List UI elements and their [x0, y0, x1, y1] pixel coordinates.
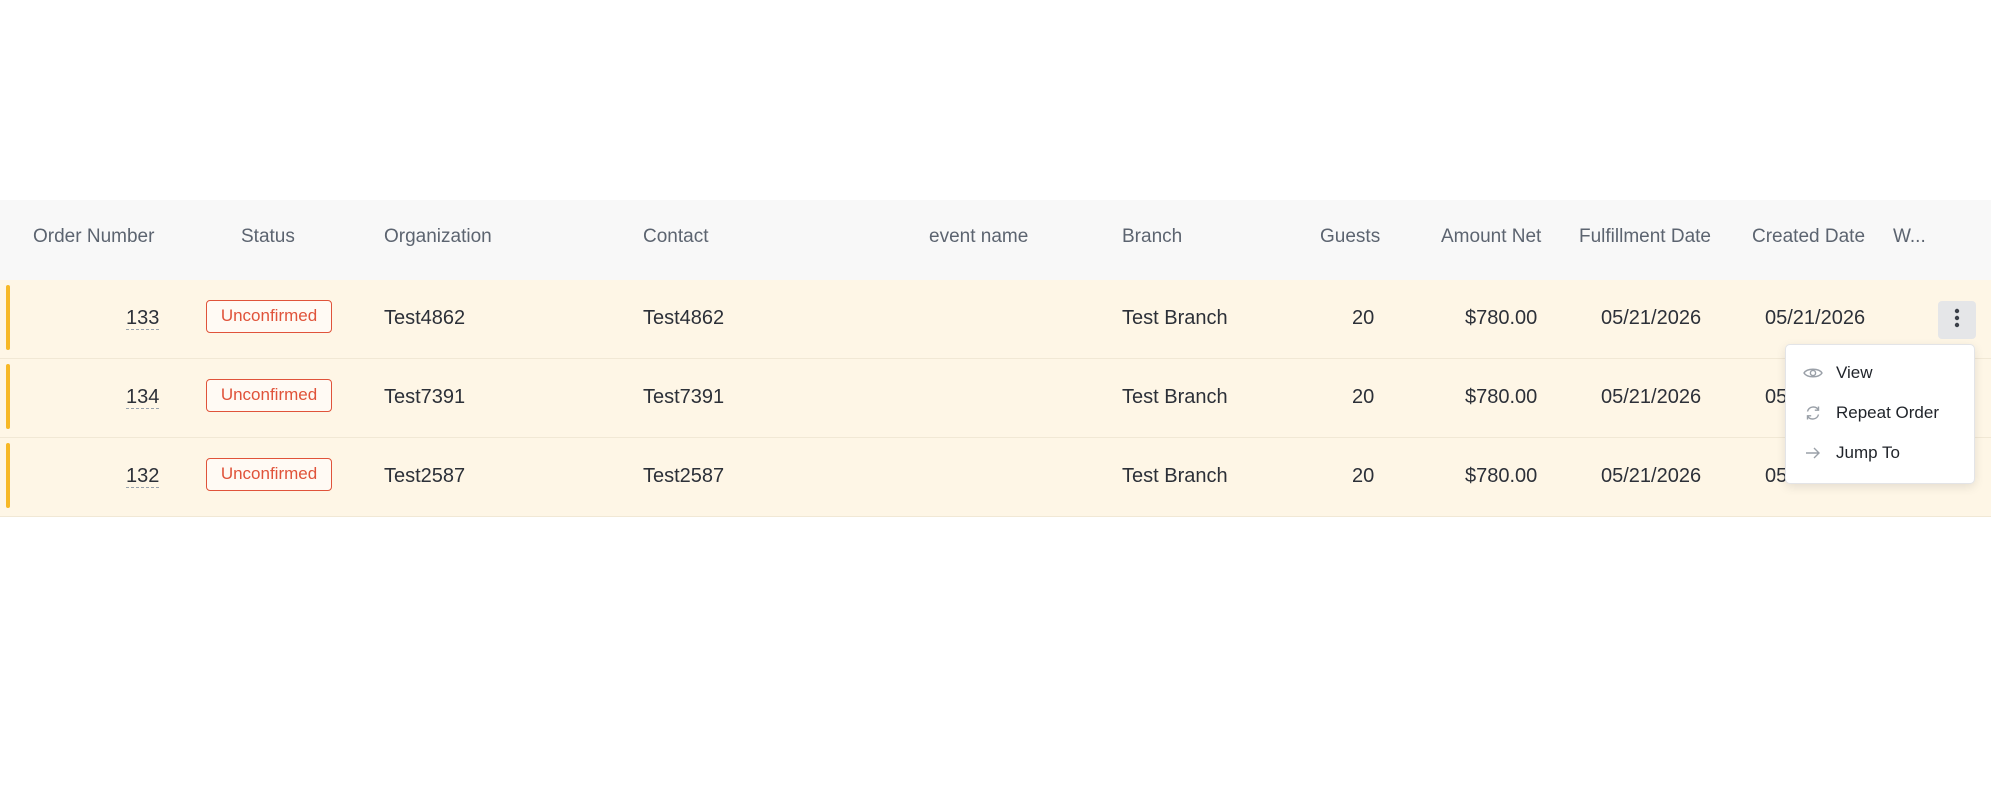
- refresh-icon: [1802, 402, 1824, 424]
- amount-net-cell: $780.00: [1465, 307, 1538, 329]
- column-header-order-number[interactable]: Order Number: [33, 200, 154, 280]
- order-number-cell[interactable]: 132: [126, 438, 160, 516]
- organization-cell: Test7391: [384, 386, 466, 408]
- column-header-organization[interactable]: Organization: [384, 200, 492, 280]
- branch-cell: Test Branch: [1122, 386, 1228, 408]
- branch-cell: Test Branch: [1122, 465, 1228, 487]
- orders-table: Order Number Status Organization Contact…: [0, 200, 1991, 517]
- column-header-truncated[interactable]: W...: [1893, 200, 1926, 280]
- column-header-branch[interactable]: Branch: [1122, 200, 1182, 280]
- row-actions-button[interactable]: [1938, 301, 1976, 339]
- column-header-created-date[interactable]: Created Date: [1752, 200, 1865, 280]
- amount-net-cell: $780.00: [1465, 386, 1538, 408]
- menu-item-jump-to[interactable]: Jump To: [1786, 433, 1974, 473]
- order-number-cell[interactable]: 133: [126, 280, 160, 358]
- contact-cell: Test2587: [643, 465, 725, 487]
- status-badge: Unconfirmed: [206, 300, 332, 333]
- menu-item-label: Repeat Order: [1836, 403, 1939, 422]
- guests-cell: 20: [1352, 307, 1375, 329]
- table-row[interactable]: 134 Unconfirmed Test7391 Test7391 Test B…: [0, 359, 1991, 438]
- order-number-link[interactable]: 132: [126, 466, 160, 488]
- row-actions-menu: View Repeat Order Jump To: [1785, 344, 1975, 484]
- menu-item-label: Jump To: [1836, 443, 1900, 462]
- created-date-cell: 05: [1765, 386, 1788, 408]
- table-row[interactable]: 133 Unconfirmed Test4862 Test4862 Test B…: [0, 280, 1991, 359]
- fulfillment-date-cell: 05/21/2026: [1601, 465, 1702, 487]
- status-badge: Unconfirmed: [206, 458, 332, 491]
- row-status-accent: [6, 285, 10, 350]
- menu-item-repeat-order[interactable]: Repeat Order: [1786, 393, 1974, 433]
- column-header-event-name[interactable]: event name: [929, 200, 1028, 280]
- column-header-fulfillment-date[interactable]: Fulfillment Date: [1579, 200, 1711, 280]
- column-header-status[interactable]: Status: [241, 200, 295, 280]
- eye-icon: [1802, 362, 1824, 384]
- table-header: Order Number Status Organization Contact…: [0, 200, 1991, 280]
- more-vertical-icon: [1954, 308, 1960, 333]
- organization-cell: Test4862: [384, 307, 466, 329]
- fulfillment-date-cell: 05/21/2026: [1601, 307, 1702, 329]
- order-number-link[interactable]: 134: [126, 387, 160, 409]
- order-number-cell[interactable]: 134: [126, 359, 160, 437]
- column-header-contact[interactable]: Contact: [643, 200, 708, 280]
- fulfillment-date-cell: 05/21/2026: [1601, 386, 1702, 408]
- menu-item-view[interactable]: View: [1786, 353, 1974, 393]
- menu-item-label: View: [1836, 363, 1873, 382]
- guests-cell: 20: [1352, 386, 1375, 408]
- column-header-amount-net[interactable]: Amount Net: [1441, 200, 1541, 280]
- amount-net-cell: $780.00: [1465, 465, 1538, 487]
- order-number-link[interactable]: 133: [126, 308, 160, 330]
- branch-cell: Test Branch: [1122, 307, 1228, 329]
- organization-cell: Test2587: [384, 465, 466, 487]
- column-header-guests[interactable]: Guests: [1320, 200, 1380, 280]
- row-status-accent: [6, 443, 10, 508]
- guests-cell: 20: [1352, 465, 1375, 487]
- arrow-right-icon: [1802, 442, 1824, 464]
- contact-cell: Test4862: [643, 307, 725, 329]
- status-badge: Unconfirmed: [206, 379, 332, 412]
- table-row[interactable]: 132 Unconfirmed Test2587 Test2587 Test B…: [0, 438, 1991, 517]
- row-status-accent: [6, 364, 10, 429]
- created-date-cell: 05: [1765, 465, 1788, 487]
- contact-cell: Test7391: [643, 386, 725, 408]
